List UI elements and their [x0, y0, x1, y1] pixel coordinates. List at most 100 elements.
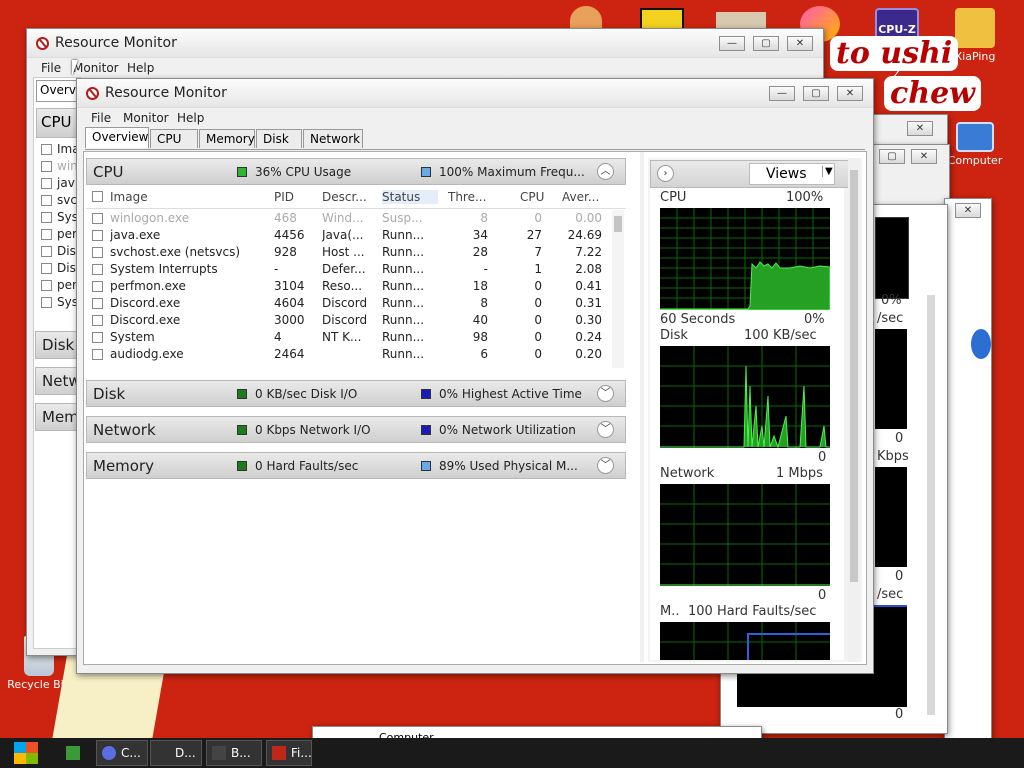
cell-pid: -	[274, 262, 279, 276]
taskbar-app-icon[interactable]	[58, 742, 88, 764]
row-checkbox[interactable]	[41, 195, 52, 206]
row-checkbox[interactable]	[41, 297, 52, 308]
chevron-up-icon[interactable]: ︿	[597, 163, 614, 180]
menu-help[interactable]: Help	[177, 111, 204, 125]
close-button[interactable]: ✕	[911, 149, 937, 164]
tab-disk[interactable]: Disk	[256, 129, 302, 148]
table-row[interactable]: System 4 NT K... Runn... 98 0 0.24	[86, 329, 606, 346]
table-row[interactable]: Ima	[39, 141, 79, 158]
row-checkbox[interactable]	[92, 298, 103, 309]
row-checkbox[interactable]	[92, 247, 103, 258]
table-row[interactable]: Discord.exe 4604 Discord Runn... 8 0 0.31	[86, 295, 606, 312]
minimize-button[interactable]: —	[719, 36, 745, 51]
section-network[interactable]: Netw	[35, 367, 81, 395]
menu-file[interactable]: File	[41, 61, 61, 75]
row-checkbox[interactable]	[41, 178, 52, 189]
table-row[interactable]: Sys	[39, 294, 79, 311]
resource-monitor-icon	[86, 87, 99, 100]
column-image[interactable]: Image	[110, 190, 190, 204]
row-checkbox[interactable]	[41, 246, 52, 257]
row-checkbox[interactable]	[92, 315, 103, 326]
table-row[interactable]: winlogon.exe 468 Wind... Susp... 8 0 0.00	[86, 210, 606, 227]
row-checkbox[interactable]	[92, 264, 103, 275]
close-button[interactable]: ✕	[907, 121, 933, 136]
tab-overview[interactable]: Overv	[36, 80, 81, 102]
title-bar[interactable]: Resource Monitor — ▢ ✕	[77, 79, 873, 108]
panel-splitter[interactable]	[640, 152, 644, 662]
section-memory-header[interactable]: Memory 0 Hard Faults/sec 89% Used Physic…	[86, 452, 626, 479]
menu-help[interactable]: Help	[127, 61, 154, 75]
background-window-c[interactable]: ✕ ties	[944, 198, 992, 740]
menu-file[interactable]: File	[91, 111, 111, 125]
row-checkbox[interactable]	[41, 280, 52, 291]
table-row[interactable]: Sys	[39, 209, 79, 226]
maximize-button[interactable]: ▢	[803, 86, 829, 101]
cell-average-cpu: 0.30	[575, 313, 602, 327]
column-pid[interactable]: PID	[274, 190, 314, 204]
row-checkbox[interactable]	[92, 230, 103, 241]
section-disk-header[interactable]: Disk 0 KB/sec Disk I/O 0% Highest Active…	[86, 380, 626, 407]
row-checkbox[interactable]	[92, 213, 103, 224]
table-row[interactable]: svc	[39, 192, 79, 209]
table-row[interactable]: System Interrupts - Defer... Runn... - 1 2.08	[86, 261, 606, 278]
tab-network[interactable]: Network	[303, 129, 363, 148]
table-row[interactable]: svchost.exe (netsvcs) 928 Host ... Runn... 2…	[86, 244, 606, 261]
select-all-checkbox[interactable]	[92, 191, 103, 202]
table-row[interactable]: audiodg.exe 2464 Runn... 6 0 0.20	[86, 346, 606, 363]
resource-monitor-window[interactable]: Resource Monitor — ▢ ✕ File Monitor Help…	[76, 78, 874, 674]
row-checkbox[interactable]	[41, 144, 52, 155]
minimize-button[interactable]: —	[769, 86, 795, 101]
graph-pane-scrollbar[interactable]	[848, 158, 860, 662]
chevron-down-icon[interactable]: ﹀	[597, 385, 614, 402]
memory-used-stat: 89% Used Physical M...	[439, 459, 578, 473]
tab-memory[interactable]: Memory	[199, 129, 255, 148]
table-row[interactable]: per	[39, 277, 79, 294]
column-status[interactable]: Status	[382, 190, 438, 204]
scrollbar-thumb[interactable]	[614, 216, 622, 232]
network-io-swatch	[237, 425, 247, 435]
row-checkbox[interactable]	[41, 212, 52, 223]
table-row[interactable]: Dis	[39, 243, 79, 260]
section-memory[interactable]: Mem	[35, 403, 79, 431]
taskbar-button[interactable]: D...	[150, 740, 202, 766]
tab-cpu[interactable]: CPU	[150, 129, 198, 148]
row-checkbox[interactable]	[92, 281, 103, 292]
views-dropdown[interactable]: Views ▼	[749, 163, 835, 185]
close-button[interactable]: ✕	[787, 36, 813, 51]
chevron-down-icon[interactable]: ﹀	[597, 457, 614, 474]
row-checkbox[interactable]	[92, 332, 103, 343]
section-cpu-header[interactable]: CPU 36% CPU Usage 100% Maximum Frequ... …	[86, 158, 626, 185]
row-checkbox[interactable]	[41, 263, 52, 274]
column-average-cpu[interactable]: Aver...	[562, 190, 606, 204]
section-disk[interactable]: Disk	[35, 331, 79, 359]
table-row[interactable]: Dis	[39, 260, 79, 277]
close-button[interactable]: ✕	[837, 86, 863, 101]
tab-overview[interactable]: Overview	[85, 127, 149, 148]
row-checkbox[interactable]	[92, 349, 103, 360]
close-button[interactable]: ✕	[955, 203, 981, 218]
table-row[interactable]: jav	[39, 175, 79, 192]
maximize-button[interactable]: ▢	[753, 36, 779, 51]
row-checkbox[interactable]	[41, 229, 52, 240]
scrollbar-thumb[interactable]	[850, 170, 858, 582]
chevron-down-icon[interactable]: ﹀	[597, 421, 614, 438]
table-row[interactable]: perfmon.exe 3104 Reso... Runn... 18 0 0.41	[86, 278, 606, 295]
table-row[interactable]: Discord.exe 3000 Discord Runn... 40 0 0.30	[86, 312, 606, 329]
menu-monitor[interactable]: Monitor	[123, 111, 169, 125]
row-checkbox[interactable]	[41, 161, 52, 172]
column-threads[interactable]: Thre...	[448, 190, 494, 204]
start-button[interactable]	[6, 740, 48, 766]
table-row[interactable]: win	[39, 158, 79, 175]
maximize-button[interactable]: ▢	[879, 149, 905, 164]
table-row[interactable]: java.exe 4456 Java(... Runn... 34 27 24.69	[86, 227, 606, 244]
table-row[interactable]: per	[39, 226, 79, 243]
section-network-header[interactable]: Network 0 Kbps Network I/O 0% Network Ut…	[86, 416, 626, 443]
menu-monitor[interactable]: Monitor	[73, 61, 119, 75]
desktop-icon-computer[interactable]: Computer	[940, 122, 1010, 167]
process-table-scrollbar[interactable]	[612, 210, 624, 368]
column-description[interactable]: Descr...	[322, 190, 376, 204]
back-scrollbar[interactable]	[927, 295, 935, 715]
title-bar[interactable]: Resource Monitor — ▢ ✕	[27, 29, 823, 58]
collapse-pane-button[interactable]: ›	[657, 165, 674, 182]
column-cpu[interactable]: CPU	[520, 190, 550, 204]
